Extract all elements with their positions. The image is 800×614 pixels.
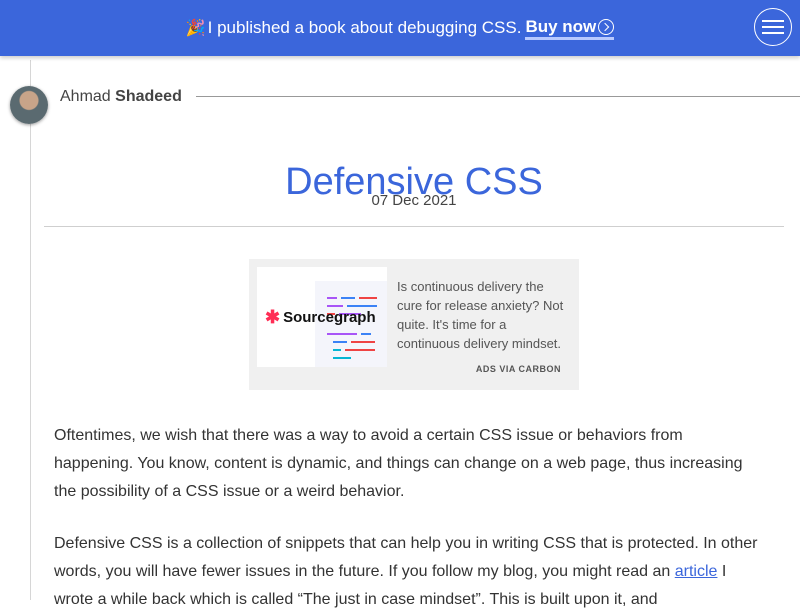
party-popper-icon: 🎉 — [185, 20, 206, 37]
hamburger-line — [762, 20, 784, 22]
timeline-line — [30, 60, 31, 600]
header-divider — [44, 226, 784, 227]
paragraph-text: Defensive CSS is a collection of snippet… — [54, 535, 758, 580]
banner-text: I published a book about debugging CSS. — [207, 18, 522, 37]
ads-via-carbon-link[interactable]: ADS VIA CARBON — [476, 364, 561, 374]
avatar[interactable] — [10, 86, 48, 124]
sourcegraph-star-icon: ✱ — [265, 307, 281, 327]
arrow-right-circle-icon — [598, 18, 615, 35]
paragraph-intro: Oftentimes, we wish that there was a way… — [54, 427, 743, 500]
article-link[interactable]: article — [675, 563, 718, 580]
author-last-name: Shadeed — [115, 88, 182, 105]
hamburger-line — [762, 26, 784, 28]
author-row: Ahmad Shadeed — [10, 86, 800, 124]
author-first-name: Ahmad — [60, 88, 111, 105]
buy-now-link[interactable]: Buy now — [525, 16, 615, 40]
ad-text[interactable]: Is continuous delivery the cure for rele… — [397, 277, 569, 353]
ad-image[interactable]: ✱ Sourcegraph — [257, 267, 387, 367]
author-divider — [196, 96, 800, 97]
hamburger-line — [762, 32, 784, 34]
announcement-banner: 🎉 I published a book about debugging CSS… — [0, 0, 800, 56]
buy-now-label: Buy now — [525, 16, 597, 36]
author-name[interactable]: Ahmad Shadeed — [60, 88, 182, 106]
menu-button[interactable] — [754, 8, 792, 46]
post-date: 07 Dec 2021 — [371, 192, 457, 209]
paragraph-defensive-css: Defensive CSS is a collection of snippet… — [54, 530, 766, 614]
carbon-ad: ✱ Sourcegraph Is continuous delivery the… — [249, 259, 579, 390]
sourcegraph-logo: ✱ Sourcegraph — [265, 308, 376, 326]
ad-brand: Sourcegraph — [283, 308, 376, 326]
